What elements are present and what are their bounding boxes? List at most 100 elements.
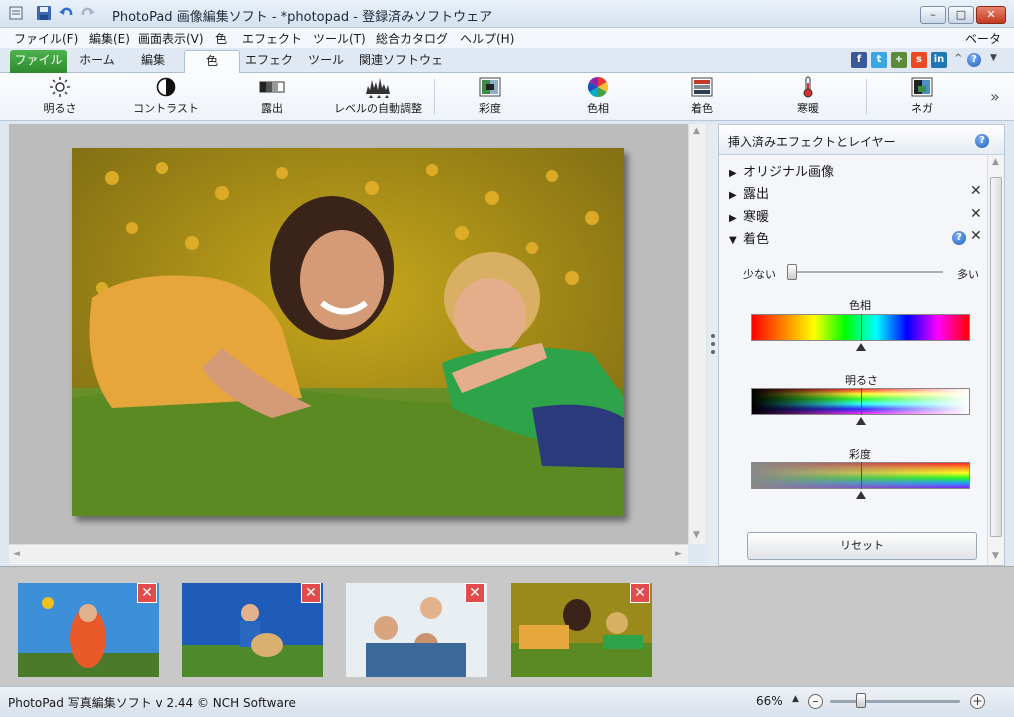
saturation-slider-handle[interactable] — [855, 491, 866, 499]
amount-high-label: 多い — [957, 268, 979, 281]
canvas-vertical-scrollbar[interactable]: ▲ ▼ — [688, 124, 706, 544]
collapse-ribbon-icon[interactable]: ^ — [954, 53, 962, 64]
brightness-slider-label: 明るさ — [845, 374, 878, 387]
beta-label: ベータ — [965, 32, 1002, 46]
scroll-up-icon[interactable]: ▲ — [992, 157, 999, 167]
exposure-button[interactable]: 露出 — [248, 76, 296, 118]
layer-tint[interactable]: ▼ 着色 — [729, 228, 769, 248]
remove-temperature-button[interactable]: ✕ — [970, 206, 982, 222]
save-icon[interactable] — [36, 5, 52, 21]
layer-temperature[interactable]: ▶ 寒暖 — [729, 206, 769, 226]
menu-file[interactable]: ファイル(F) — [14, 30, 78, 47]
thumbnail-girl-dog[interactable]: ✕ — [182, 583, 323, 677]
menu-help[interactable]: ヘルプ(H) — [460, 30, 514, 47]
stumbleupon-icon[interactable]: s — [911, 52, 927, 68]
app-menu-icon[interactable] — [8, 5, 24, 21]
saturation-center-marker — [860, 462, 862, 489]
image-canvas[interactable] — [9, 124, 688, 544]
hue-slider-label: 色相 — [849, 299, 871, 312]
layer-original-image[interactable]: ▶ オリジナル画像 — [729, 161, 834, 181]
menu-catalog[interactable]: 総合カタログ — [376, 30, 448, 47]
layer-label: 寒暖 — [743, 210, 770, 225]
googleplus-icon[interactable]: + — [891, 52, 907, 68]
hue-button[interactable]: 色相 — [576, 76, 620, 118]
temperature-button[interactable]: 寒暖 — [784, 76, 832, 118]
scroll-down-icon[interactable]: ▼ — [693, 530, 700, 540]
saturation-slider-label: 彩度 — [849, 448, 871, 461]
delete-thumbnail-button[interactable]: ✕ — [630, 583, 650, 603]
delete-thumbnail-button[interactable]: ✕ — [301, 583, 321, 603]
layer-exposure[interactable]: ▶ 露出 — [729, 183, 769, 203]
maximize-button[interactable]: □ — [948, 6, 974, 24]
facebook-icon[interactable]: f — [851, 52, 867, 68]
amount-slider-track[interactable] — [787, 271, 943, 273]
zoom-out-button[interactable]: – — [808, 694, 823, 709]
linkedin-icon[interactable]: in — [931, 52, 947, 68]
thumbnail-beach-family[interactable]: ✕ — [18, 583, 159, 677]
menu-effect[interactable]: エフェクト — [242, 30, 302, 47]
image-filmstrip: ✕ ✕ ✕ ✕ — [0, 566, 1014, 686]
zoom-slider-track[interactable] — [830, 700, 960, 703]
tint-label: 着色 — [691, 102, 713, 115]
zoom-in-button[interactable]: + — [970, 694, 985, 709]
minimize-button[interactable]: – — [920, 6, 946, 24]
auto-levels-button[interactable]: レベルの自動調整 — [332, 76, 424, 118]
tab-file[interactable]: ファイル — [10, 50, 67, 73]
tint-button[interactable]: 着色 — [680, 76, 724, 118]
delete-thumbnail-button[interactable]: ✕ — [465, 583, 485, 603]
tab-color[interactable]: 色 — [184, 50, 240, 74]
ribbon-toolbar: 明るさ コントラスト 露出 レベルの自動調整 彩度 色相 着色 寒暖 ネガ » — [0, 73, 1014, 121]
thumbnail-current-photo[interactable]: ✕ — [511, 583, 652, 677]
menu-color[interactable]: 色 — [215, 30, 227, 47]
thumbnail-family-pile[interactable]: ✕ — [346, 583, 487, 677]
collapse-arrow-icon: ▼ — [729, 235, 737, 246]
twitter-icon[interactable]: t — [871, 52, 887, 68]
tab-edit[interactable]: 編集 — [128, 50, 178, 73]
tab-home[interactable]: ホーム — [70, 50, 124, 73]
panel-scrollbar[interactable]: ▲ ▼ — [987, 155, 1004, 565]
contrast-button[interactable]: コントラスト — [132, 76, 200, 118]
scroll-left-icon[interactable]: ◄ — [13, 549, 20, 559]
saturation-label: 彩度 — [479, 102, 501, 115]
chevron-down-icon[interactable]: ▼ — [990, 53, 997, 63]
amount-slider-handle[interactable] — [787, 264, 797, 280]
hue-slider-handle[interactable] — [855, 343, 866, 351]
delete-thumbnail-button[interactable]: ✕ — [137, 583, 157, 603]
tab-effect[interactable]: エフェクト — [244, 50, 294, 88]
negative-button[interactable]: ネガ — [900, 76, 944, 118]
brightness-button[interactable]: 明るさ — [30, 76, 90, 118]
close-button[interactable]: ✕ — [976, 6, 1006, 24]
help-icon[interactable]: ? — [967, 53, 981, 67]
auto-levels-label: レベルの自動調整 — [334, 102, 422, 115]
scroll-up-icon[interactable]: ▲ — [693, 126, 700, 136]
scrollbar-thumb[interactable] — [990, 177, 1002, 537]
panel-splitter[interactable] — [708, 124, 718, 566]
zoom-slider-handle[interactable] — [856, 693, 866, 708]
remove-exposure-button[interactable]: ✕ — [970, 183, 982, 199]
tint-help-icon[interactable]: ? — [952, 231, 966, 245]
temperature-label: 寒暖 — [797, 102, 819, 115]
scroll-right-icon[interactable]: ► — [675, 549, 682, 559]
remove-tint-button[interactable]: ✕ — [970, 228, 982, 244]
hue-label: 色相 — [587, 102, 609, 115]
zoom-menu-arrow-icon[interactable]: ▲ — [792, 694, 799, 704]
tab-related-software[interactable]: 関連ソフトウェア — [358, 50, 444, 88]
redo-icon[interactable] — [80, 5, 96, 21]
menu-view[interactable]: 画面表示(V) — [138, 30, 204, 47]
brightness-label: 明るさ — [43, 102, 77, 115]
menu-edit[interactable]: 編集(E) — [89, 30, 130, 47]
panel-help-icon[interactable]: ? — [975, 134, 989, 148]
tab-tools[interactable]: ツール — [302, 50, 350, 73]
zoom-percentage[interactable]: 66% — [756, 694, 783, 708]
menu-tools[interactable]: ツール(T) — [313, 30, 366, 47]
reset-button[interactable]: リセット — [747, 532, 977, 560]
window-title: PhotoPad 画像編集ソフト - *photopad - 登録済みソフトウェ… — [112, 10, 493, 25]
canvas-horizontal-scrollbar[interactable]: ◄ ► — [9, 544, 688, 564]
layer-label: 着色 — [743, 232, 770, 247]
more-tools-button[interactable]: » — [990, 87, 1000, 106]
saturation-button[interactable]: 彩度 — [468, 76, 512, 118]
brightness-slider-handle[interactable] — [855, 417, 866, 425]
undo-icon[interactable] — [58, 5, 74, 21]
scroll-down-icon[interactable]: ▼ — [992, 551, 999, 561]
exposure-label: 露出 — [261, 102, 283, 115]
